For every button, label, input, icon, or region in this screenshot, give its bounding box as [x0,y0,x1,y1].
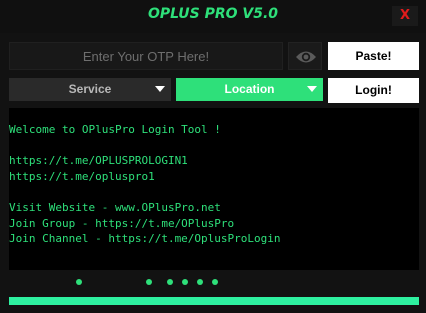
loading-dot [76,279,82,285]
service-dropdown[interactable]: Service [9,78,171,101]
location-dropdown-label: Location [224,82,275,96]
loading-dot [146,279,152,285]
toggle-visibility-button[interactable] [288,42,322,70]
login-button[interactable]: Login! [328,78,419,103]
location-dropdown[interactable]: Location [176,78,323,101]
log-console[interactable]: Welcome to OPlusPro Login Tool ! https:/… [9,108,419,270]
log-line: Join Channel - https://t.me/OplusProLogi… [9,232,281,246]
otp-input[interactable] [9,42,283,70]
close-button[interactable]: X [392,6,418,26]
app-window: OPLUS PRO V5.0 X Paste! Service Location… [0,0,426,313]
app-title: OPLUS PRO V5.0 [147,6,279,22]
log-line: Join Group - https://t.me/OPlusPro [9,216,235,230]
loading-dot [197,279,203,285]
log-line: https://t.me/OPLUSPROLOGIN1 [9,154,188,168]
title-bar[interactable]: OPLUS PRO V5.0 X [0,0,426,33]
progress-fill [9,297,419,305]
loading-dot [182,279,188,285]
loading-dot [212,279,218,285]
eye-icon [296,51,316,63]
chevron-down-icon [307,86,317,92]
loading-dot [167,279,173,285]
log-line: Visit Website - www.OPlusPro.net [9,200,221,214]
loading-dots [0,279,426,285]
log-line: https://t.me/opluspro1 [9,169,155,183]
paste-button[interactable]: Paste! [328,42,419,70]
progress-bar [9,297,419,305]
service-dropdown-label: Service [68,82,112,96]
log-line: Welcome to OPlusPro Login Tool ! [9,123,221,136]
chevron-down-icon [155,86,165,92]
